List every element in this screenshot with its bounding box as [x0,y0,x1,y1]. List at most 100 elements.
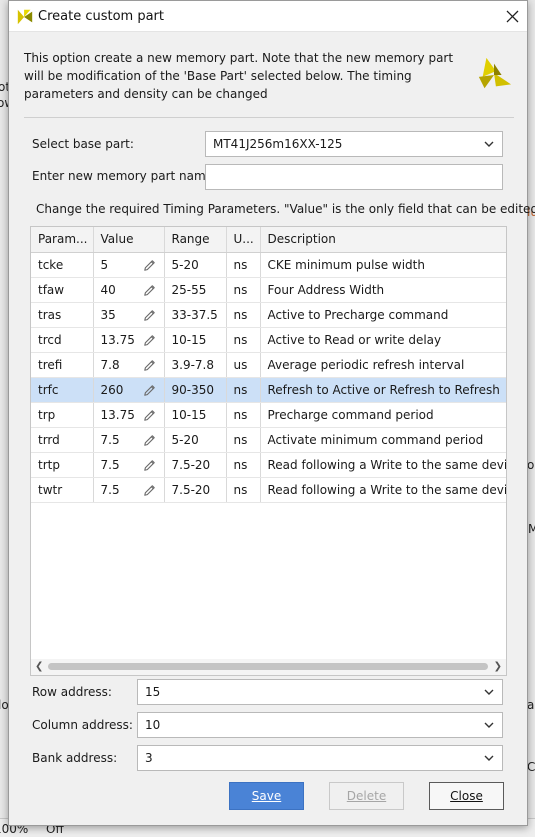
cell-unit: ns [226,452,261,478]
table-row[interactable]: tcke 5 5-20 ns CKE minimum pulse width [31,252,506,278]
column-header-unit[interactable]: U... [226,227,261,253]
table-row[interactable]: trefi 7.8 3.9-7.8 us Average periodic refres… [31,352,506,378]
cell-unit: us [226,352,261,378]
cell-param: tcke [31,252,94,278]
column-header-range[interactable]: Range [164,227,227,253]
cell-description-text: Active to Read or write delay [267,332,442,347]
cell-description: Read following a Write to the same devic… [260,477,506,503]
column-address-value: 10 [145,718,161,732]
cell-value[interactable]: 13.75 [93,402,165,428]
cell-unit: ns [226,402,261,428]
chevron-down-icon [484,141,494,147]
cell-value[interactable]: 35 [93,302,165,328]
scroll-right-icon[interactable]: ❯ [494,661,502,672]
cell-range-text: 5-20 [171,257,199,272]
table-row[interactable]: trtp 7.5 7.5-20 ns Read following a Write to… [31,452,506,478]
cell-description: Four Address Width [260,277,506,303]
cell-unit-text: ns [233,482,248,497]
pencil-icon[interactable] [142,458,157,473]
cell-unit: ns [226,252,261,278]
cell-unit-text: ns [233,382,248,397]
delete-button[interactable]: Delete [329,782,404,810]
background-text: or [527,458,535,472]
column-address-select[interactable]: 10 [137,712,503,738]
table-row[interactable]: tras 35 33-37.5 ns Active to Precharge comma… [31,302,506,328]
bank-address-select[interactable]: 3 [137,745,503,771]
row-address-select[interactable]: 15 [137,679,503,705]
background-text: Ca [527,760,535,774]
pencil-icon[interactable] [142,308,157,323]
cell-description: Active to Precharge command [260,302,506,328]
cell-unit-text: ns [233,457,248,472]
cell-value[interactable]: 5 [93,252,165,278]
cell-param: trcd [31,327,94,353]
cell-value[interactable]: 40 [93,277,165,303]
cell-param-text: tras [38,307,62,322]
horizontal-scrollbar[interactable]: ❮ ❯ [31,659,506,675]
table-header: Param... Value Range U... Description [31,227,506,253]
table-row[interactable]: trp 13.75 10-15 ns Precharge command period [31,402,506,428]
column-header-description[interactable]: Description [260,227,506,253]
bank-address-value: 3 [145,751,153,765]
cell-range: 90-350 [164,377,227,403]
separator [24,117,514,118]
cell-description: Average periodic refresh interval [260,352,506,378]
cell-range: 5-20 [164,427,227,453]
pencil-icon[interactable] [142,358,157,373]
cell-value[interactable]: 7.5 [93,452,165,478]
pencil-icon[interactable] [142,333,157,348]
pencil-icon[interactable] [142,283,157,298]
cell-value-text: 7.5 [100,482,120,497]
cell-value-text: 7.5 [100,432,120,447]
dialog-title: Create custom part [38,9,164,24]
cell-value[interactable]: 7.8 [93,352,165,378]
cell-unit: ns [226,377,261,403]
cell-param: trtp [31,452,94,478]
timing-parameters-table[interactable]: Param... Value Range U... Description tc… [30,226,507,676]
cell-range: 7.5-20 [164,477,227,503]
cell-param: trrd [31,427,94,453]
scroll-left-icon[interactable]: ❮ [35,661,43,672]
column-header-param[interactable]: Param... [31,227,94,253]
base-part-value: MT41J256m16XX-125 [213,137,343,151]
pencil-icon[interactable] [142,408,157,423]
table-row[interactable]: twtr 7.5 7.5-20 ns Read following a Write to… [31,477,506,503]
save-button[interactable]: Save [229,782,304,810]
table-row[interactable]: tfaw 40 25-55 ns Four Address Width [31,277,506,303]
cell-value-text: 5 [100,257,109,272]
base-part-select[interactable]: MT41J256m16XX-125 [205,131,503,157]
pencil-icon[interactable] [142,383,157,398]
cell-description-text: Read following a Write to the same devic… [267,482,506,497]
table-row[interactable]: trcd 13.75 10-15 ns Active to Read or write … [31,327,506,353]
cell-description-text: Refresh to Active or Refresh to Refresh [267,382,500,397]
pencil-icon[interactable] [142,258,157,273]
cell-param: trp [31,402,94,428]
pencil-icon[interactable] [142,483,157,498]
cell-param: trefi [31,352,94,378]
cell-value-text: 40 [100,282,116,297]
cell-value-text: 7.8 [100,357,120,372]
cell-param-text: trfc [38,382,59,397]
scrollbar-thumb[interactable] [48,663,488,670]
part-name-input[interactable] [205,164,503,190]
cell-description: Read following a Write to the same devic… [260,452,506,478]
title-bar[interactable]: Create custom part [9,1,527,32]
cell-value[interactable]: 7.5 [93,477,165,503]
close-icon[interactable] [497,1,527,32]
cell-param-text: tcke [38,257,64,272]
close-button[interactable]: Close [429,782,504,810]
cell-range: 25-55 [164,277,227,303]
row-address-value: 15 [145,685,161,699]
cell-range-text: 3.9-7.8 [171,357,215,372]
cell-value[interactable]: 7.5 [93,427,165,453]
chevron-down-icon [484,689,494,695]
table-row[interactable]: trrd 7.5 5-20 ns Activate minimum command pe… [31,427,506,453]
pencil-icon[interactable] [142,433,157,448]
cell-description-text: CKE minimum pulse width [267,257,426,272]
column-header-value[interactable]: Value [93,227,165,253]
cell-unit: ns [226,327,261,353]
cell-value[interactable]: 13.75 [93,327,165,353]
cell-unit-text: ns [233,332,248,347]
table-row[interactable]: trfc 260 90-350 ns Refresh to Active or Refr… [31,377,506,403]
cell-value[interactable]: 260 [93,377,165,403]
